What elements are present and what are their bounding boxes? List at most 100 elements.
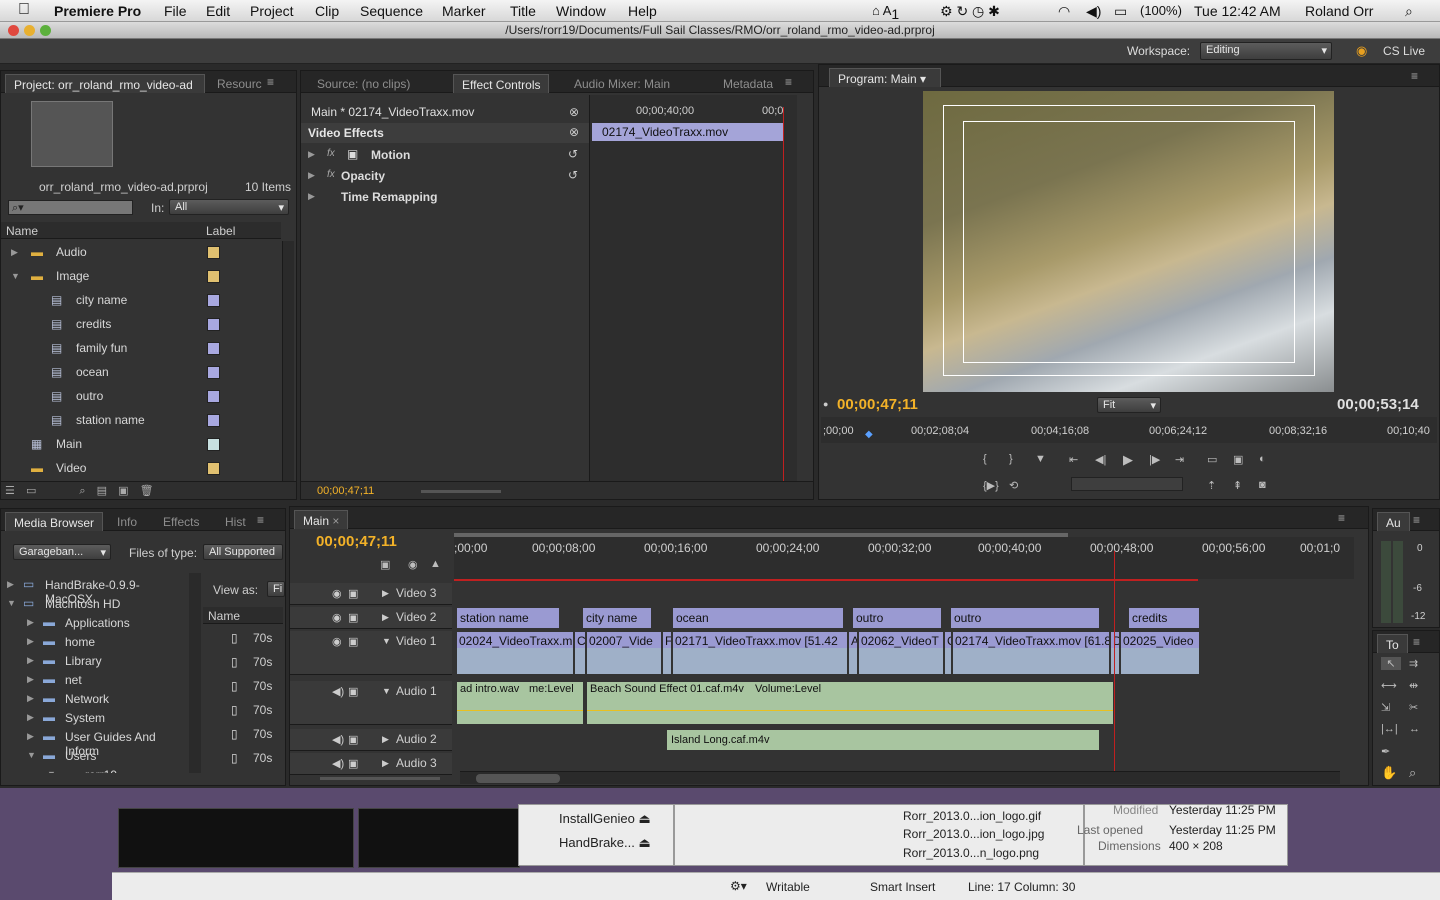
expand-icon[interactable]: ▶ <box>382 758 389 769</box>
media-tree-item[interactable]: ▶ ▬ home <box>1 632 189 651</box>
finder-item-installgenieo[interactable]: InstallGenieo ⏏ <box>559 811 651 827</box>
video-clip[interactable]: A <box>848 631 858 675</box>
program-playhead-icon[interactable]: ◆ <box>865 429 873 440</box>
wifi-icon[interactable]: ◠ <box>1058 3 1070 20</box>
speaker-icon[interactable]: ◀) <box>332 733 344 746</box>
title-clip[interactable]: credits <box>1128 607 1200 629</box>
fit-select[interactable]: Fit ▾ <box>1097 397 1161 413</box>
loop-icon[interactable]: ⟲ <box>1009 479 1018 492</box>
tab-source[interactable]: Source: (no clips) <box>309 74 418 93</box>
video-clip[interactable]: 02024_VideoTraxx.m <box>456 631 574 675</box>
ripple-edit-tool-icon[interactable]: ⟷ <box>1381 679 1397 692</box>
sync-icon[interactable]: ⚙ ↻ ◷ ✱ <box>940 3 1000 20</box>
adobe-update-icon[interactable]: ⌂ A1 <box>872 3 899 22</box>
snap-icon[interactable]: ▣ <box>380 558 390 571</box>
sync-lock-icon[interactable]: ▣ <box>348 757 358 770</box>
project-item[interactable]: ▼ ▬ Image <box>1 265 279 289</box>
collapse-icon[interactable]: ▼ <box>47 769 56 773</box>
timeline-ruler[interactable]: ;00;00 00;00;08;00 00;00;16;00 00;00;24;00 0… <box>454 537 1354 579</box>
project-item[interactable]: ▶ ▬ Audio <box>1 241 279 265</box>
tab-audio-mixer[interactable]: Audio Mixer: Main <box>566 74 678 93</box>
program-timecode-in[interactable]: 00;00;47;11 <box>837 396 918 413</box>
tab-tools[interactable]: To <box>1377 634 1408 653</box>
title-clip[interactable]: ocean <box>672 607 844 629</box>
media-file-item[interactable]: ▯ 70s <box>203 675 275 699</box>
panel-menu-icon[interactable]: ≡ <box>1413 513 1420 527</box>
collapse-icon[interactable]: ▼ <box>382 686 391 696</box>
tab-effects[interactable]: Effects <box>155 512 207 531</box>
work-area-bar[interactable] <box>454 533 1068 537</box>
razor-tool-icon[interactable]: ✂ <box>1409 701 1418 714</box>
video-clip[interactable]: D <box>1110 631 1120 675</box>
finder-item-handbrake[interactable]: HandBrake... ⏏ <box>559 835 651 851</box>
jog-shuttle[interactable] <box>1071 477 1183 491</box>
tab-project[interactable]: Project: orr_roland_rmo_video-ad <box>5 74 205 93</box>
speaker-icon[interactable]: ◀) <box>332 685 344 698</box>
view-as-select[interactable]: Fi <box>267 581 285 597</box>
motion-icon[interactable]: ▣ <box>347 147 358 161</box>
project-scrollbar[interactable] <box>282 241 294 481</box>
expand-icon[interactable]: ▶ <box>27 617 34 628</box>
video-clip[interactable]: 02062_VideoT <box>858 631 944 675</box>
tab-metadata[interactable]: Metadata <box>715 74 781 93</box>
project-item[interactable]: ▬ Video <box>1 457 279 481</box>
list-view-icon[interactable]: ☰ <box>5 485 15 497</box>
expand-icon[interactable]: ▶ <box>7 579 14 590</box>
menu-marker[interactable]: Marker <box>442 3 486 19</box>
project-item[interactable]: ▤ credits <box>1 313 279 337</box>
step-forward-icon[interactable]: |▶ <box>1149 453 1160 466</box>
tab-sequence-main[interactable]: Main × <box>294 510 349 529</box>
video-clip[interactable]: C <box>944 631 952 675</box>
label-color-swatch[interactable] <box>207 438 220 451</box>
volume-level-select[interactable]: me:Level <box>529 683 574 695</box>
reset-motion-icon[interactable]: ↺ <box>568 147 578 161</box>
step-back-icon[interactable]: ◀| <box>1095 453 1106 466</box>
expand-icon[interactable]: ▶ <box>382 734 389 745</box>
volume-rubber-band[interactable] <box>587 710 1113 711</box>
sync-lock-icon[interactable]: ▣ <box>348 611 358 624</box>
status-settings-icon[interactable]: ⚙▾ <box>730 879 747 893</box>
sync-lock-icon[interactable]: ▣ <box>348 635 358 648</box>
media-tree-item[interactable]: ▶ ▬ System <box>1 708 189 727</box>
timeline-scroll-thumb[interactable] <box>476 774 560 783</box>
track-select-tool-icon[interactable]: ⇉ <box>1409 657 1418 670</box>
icon-view-icon[interactable]: ▭ <box>26 485 36 497</box>
files-of-type-select[interactable]: All Supported <box>203 544 283 560</box>
panel-menu-icon[interactable]: ≡ <box>1413 635 1420 649</box>
eject-icon[interactable]: ⏏ <box>639 811 651 826</box>
volume-rubber-band[interactable] <box>457 710 583 711</box>
sync-lock-icon[interactable]: ▣ <box>348 587 358 600</box>
project-item[interactable]: ▤ station name <box>1 409 279 433</box>
collapse-icon[interactable]: ▼ <box>382 636 391 646</box>
eye-icon[interactable]: ◉ <box>332 587 342 600</box>
media-tree-item[interactable]: ▶ ▬ Library <box>1 651 189 670</box>
volume-icon[interactable]: ◀) <box>1086 3 1101 20</box>
menu-project[interactable]: Project <box>250 3 294 19</box>
slide-tool-icon[interactable]: ↔ <box>1409 723 1420 735</box>
new-item-icon[interactable]: ▣ <box>118 485 128 497</box>
video-clip[interactable]: C <box>574 631 586 675</box>
media-tree-item[interactable]: ▼ ▭ Macintosh HD <box>1 594 189 613</box>
timeline-timecode[interactable]: 00;00;47;11 <box>316 533 397 550</box>
panel-menu-icon[interactable]: ≡ <box>1338 511 1345 525</box>
go-to-in-icon[interactable]: ⇤ <box>1069 453 1078 466</box>
tab-audio-meters[interactable]: Au <box>1377 512 1410 531</box>
label-color-swatch[interactable] <box>207 318 220 331</box>
battery-icon[interactable]: ▭ <box>1114 3 1127 20</box>
volume-level-select[interactable]: Volume:Level <box>755 683 821 695</box>
menu-help[interactable]: Help <box>628 3 657 19</box>
collapse-effects-icon[interactable]: ⊗ <box>569 125 579 139</box>
safe-margins-icon[interactable]: ▣ <box>1233 453 1243 466</box>
label-color-swatch[interactable] <box>207 390 220 403</box>
eject-icon[interactable]: ⏏ <box>639 835 651 850</box>
expand-icon[interactable]: ▶ <box>27 674 34 685</box>
menu-file[interactable]: File <box>164 3 187 19</box>
selection-tool-icon[interactable]: ↖ <box>1381 657 1401 670</box>
media-tree-item[interactable]: ▼ ▬ Users <box>1 746 189 765</box>
eye-icon[interactable]: ◉ <box>332 635 342 648</box>
tab-program[interactable]: Program: Main ▾ <box>829 68 941 87</box>
expand-icon[interactable]: ▶ <box>27 655 34 666</box>
label-color-swatch[interactable] <box>207 294 220 307</box>
lift-icon[interactable]: ⇡ <box>1207 479 1216 492</box>
rate-stretch-tool-icon[interactable]: ⇲ <box>1381 701 1390 714</box>
